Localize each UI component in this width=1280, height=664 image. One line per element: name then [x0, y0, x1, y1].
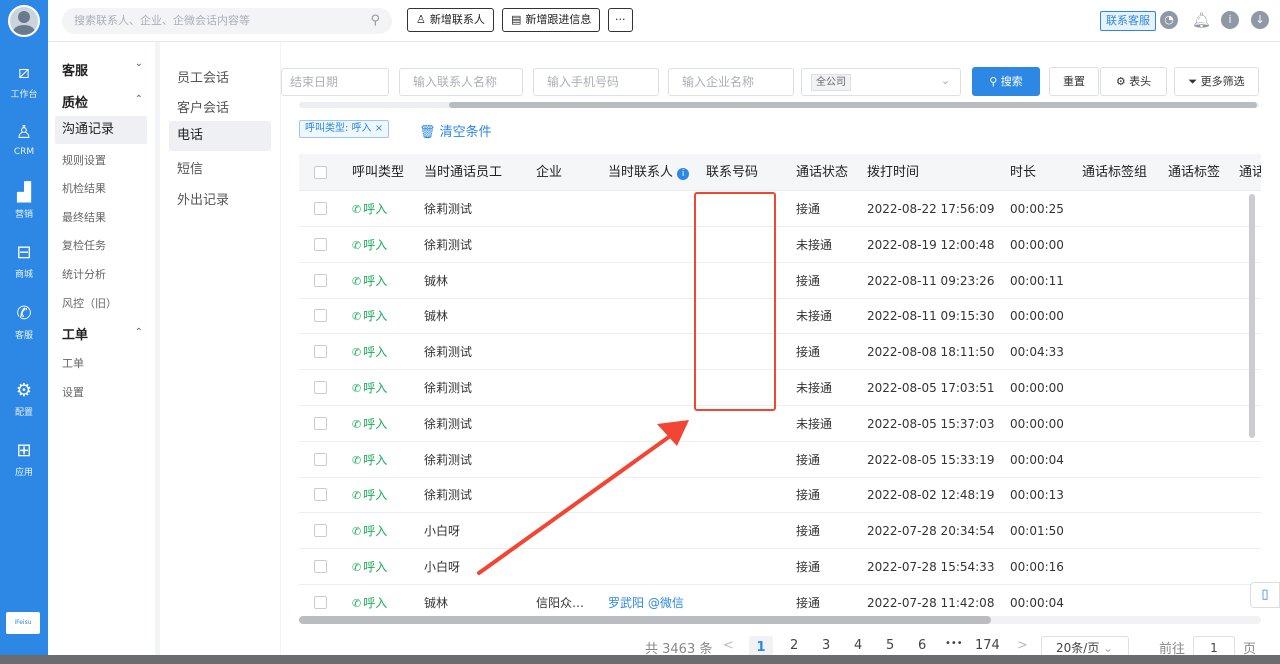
rail-item-marketing[interactable]: ▟ 营销 — [0, 182, 48, 232]
search-placeholder: 搜索联系人、企业、企微会话内容等 — [74, 14, 250, 27]
menu-item-settings[interactable]: 设置 — [62, 384, 84, 400]
top-bar: 搜索联系人、企业、企微会话内容等 ⚲ ♙ 新增联系人 ▤ 新增跟进信息 ··· 联系… — [48, 0, 1280, 42]
chevron-down-icon: ⌄ — [1103, 641, 1114, 655]
rail-label: 商城 — [14, 270, 33, 280]
service-icon: ✆ — [16, 303, 32, 324]
pagination-page[interactable]: 2 — [790, 638, 798, 653]
add-contact-label: 新增联系人 — [429, 13, 485, 26]
pagination-prev[interactable]: < — [723, 638, 734, 653]
menu-item-rule-settings[interactable]: 规则设置 — [62, 152, 106, 168]
add-followup-label: 新增跟进信息 — [525, 13, 592, 26]
contact-service-tag[interactable]: 联系客服 — [1100, 11, 1156, 31]
menu-item-final-results[interactable]: 最终结果 — [62, 209, 106, 225]
tab-staff-sessions[interactable]: 员工会话 — [177, 67, 229, 86]
rail-item-apps[interactable]: ⊞ 应用 — [0, 440, 48, 490]
pagination-page[interactable]: 3 — [822, 638, 830, 653]
rail-label: 营销 — [14, 210, 33, 220]
marketing-icon: ▟ — [17, 182, 31, 203]
global-search-input[interactable]: 搜索联系人、企业、企微会话内容等 ⚲ — [62, 8, 392, 34]
chevron-up-icon[interactable]: ⌃ — [135, 94, 143, 105]
pagination-page[interactable]: 6 — [918, 638, 926, 653]
main-panel: 结束日期 输入联系人名称 输入手机号码 输入企业名称 全公司 ⌄ ⚲ 搜索 重置… — [281, 42, 1280, 664]
book-icon[interactable]: ▯ — [1250, 582, 1280, 608]
menu-item-tickets[interactable]: 工单 — [62, 355, 84, 371]
config-icon: ⚙ — [15, 380, 33, 401]
menu-item-machine-results[interactable]: 机检结果 — [62, 180, 106, 196]
rail-item-mall[interactable]: ⊟ 商城 — [0, 242, 48, 292]
pagination-next[interactable]: > — [1017, 638, 1028, 653]
side-menu: 客服 ⌄ 质检 ⌃ 沟通记录 规则设置 机检结果 最终结果 复检任务 统计分析 … — [48, 42, 155, 664]
document-icon: ▤ — [511, 13, 522, 26]
rail-label: CRM — [13, 147, 35, 157]
pagination-page-last[interactable]: 174 — [975, 638, 1000, 653]
info-icon[interactable]: i — [1221, 11, 1239, 29]
page-size-value: 20条/页 — [1056, 641, 1100, 655]
rail-item-config[interactable]: ⚙ 配置 — [0, 380, 48, 430]
rail-label: 工作台 — [10, 90, 38, 100]
rail-label: 配置 — [14, 408, 33, 418]
apps-icon: ⊞ — [16, 440, 32, 461]
annotation-arrow — [477, 420, 689, 575]
menu-group-qc[interactable]: 质检 — [62, 92, 88, 111]
rail-item-crm[interactable]: ♙ CRM — [0, 122, 48, 172]
brand-logo: iFeisu — [6, 612, 40, 634]
mall-icon: ⊟ — [16, 242, 32, 263]
tab-customer-sessions[interactable]: 客户会话 — [177, 97, 229, 116]
pagination-ellipsis[interactable]: ••• — [945, 638, 963, 649]
pagination-page[interactable]: 4 — [854, 638, 862, 653]
menu-item-recheck-tasks[interactable]: 复检任务 — [62, 237, 106, 253]
app-root: ⧄ 工作台 ♙ CRM ▟ 营销 ⊟ 商城 ✆ 客服 ⚙ 配置 ⊞ 应用 iFe… — [0, 0, 1280, 664]
avatar[interactable] — [8, 5, 40, 37]
rail-item-service[interactable]: ✆ 客服 — [0, 303, 48, 353]
download-icon[interactable]: ↓ — [1251, 11, 1269, 29]
menu-item-risk-control[interactable]: 风控（旧） — [62, 295, 117, 311]
search-icon: ⚲ — [370, 13, 380, 28]
add-followup-button[interactable]: ▤ 新增跟进信息 — [502, 8, 601, 32]
workbench-icon: ⧄ — [18, 62, 30, 83]
tab-sms[interactable]: 短信 — [177, 158, 203, 177]
taskbar-strip — [0, 655, 1280, 664]
pagination-page[interactable]: 5 — [886, 638, 894, 653]
tab-phone[interactable]: 电话 — [169, 121, 271, 151]
add-contact-button[interactable]: ♙ 新增联系人 — [407, 8, 494, 32]
menu-item-statistics[interactable]: 统计分析 — [62, 266, 106, 282]
rail-item-workbench[interactable]: ⧄ 工作台 — [0, 62, 48, 112]
sub-menu: 员工会话 客户会话 电话 短信 外出记录 — [160, 42, 280, 664]
left-rail: ⧄ 工作台 ♙ CRM ▟ 营销 ⊟ 商城 ✆ 客服 ⚙ 配置 ⊞ 应用 iFe… — [0, 0, 48, 664]
crm-icon: ♙ — [15, 122, 33, 143]
add-user-icon: ♙ — [416, 13, 426, 26]
chevron-down-icon[interactable]: ⌄ — [135, 58, 143, 69]
headset-icon[interactable]: ◔ — [1160, 11, 1178, 29]
menu-group-ticket[interactable]: 工单 — [62, 324, 88, 343]
rail-label: 客服 — [14, 331, 33, 341]
bell-icon[interactable]: 🔔︎ — [1192, 11, 1211, 29]
rail-label: 应用 — [14, 468, 33, 478]
chevron-up-icon[interactable]: ⌃ — [135, 327, 143, 338]
tab-outing-records[interactable]: 外出记录 — [177, 189, 229, 208]
menu-item-comm-records[interactable]: 沟通记录 — [55, 116, 147, 144]
more-button[interactable]: ··· — [608, 8, 633, 32]
menu-group-service[interactable]: 客服 — [62, 60, 88, 79]
